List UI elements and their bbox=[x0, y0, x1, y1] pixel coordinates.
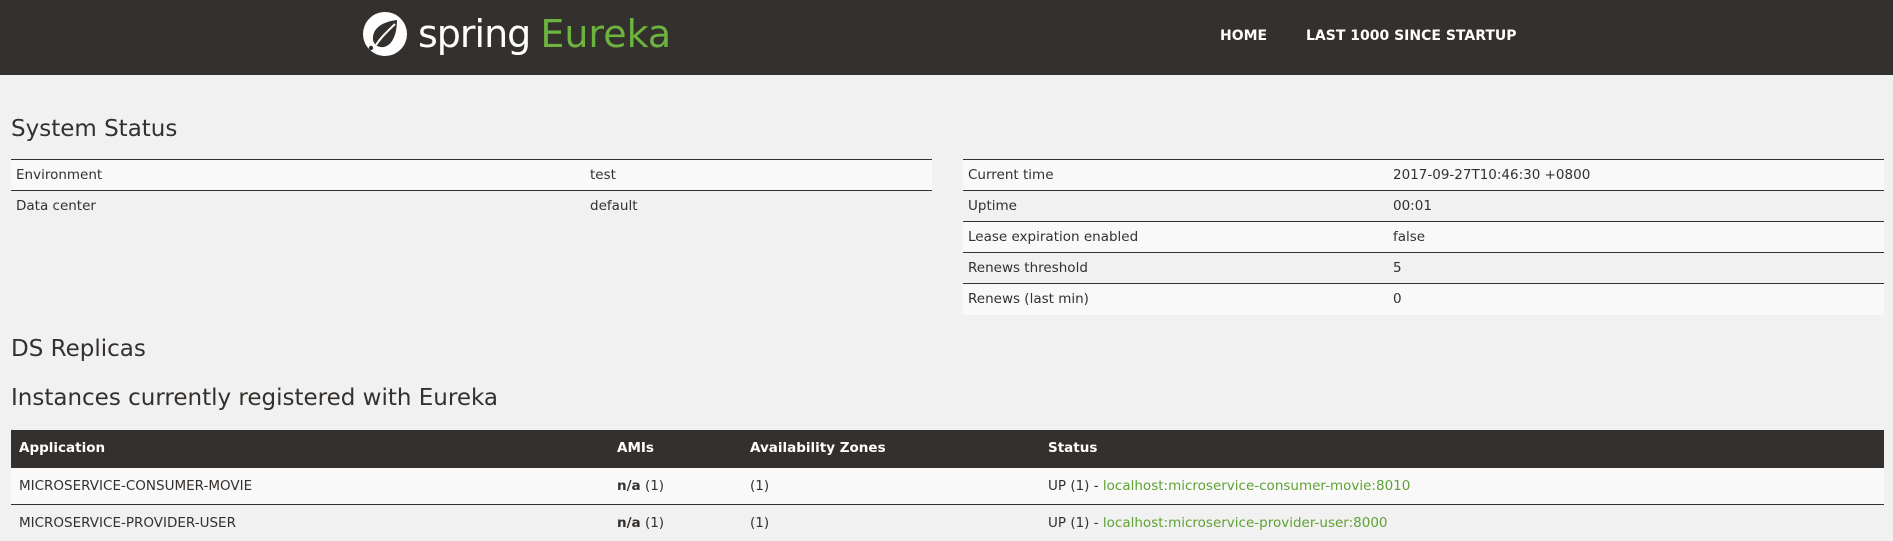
spring-leaf-icon bbox=[363, 12, 407, 56]
table-row: Environment test bbox=[11, 159, 932, 191]
header-application: Application bbox=[11, 430, 609, 467]
system-status-right-table: Current time 2017-09-27T10:46:30 +0800 U… bbox=[963, 159, 1884, 315]
instance-link[interactable]: localhost:microservice-provider-user:800… bbox=[1103, 515, 1388, 531]
status-cell: UP (1) - localhost:microservice-provider… bbox=[1040, 503, 1884, 541]
brand-spring-text: spring bbox=[418, 12, 531, 56]
renews-threshold-value: 5 bbox=[1388, 252, 1884, 284]
nav-last-1000-link[interactable]: LAST 1000 SINCE STARTUP bbox=[1306, 28, 1517, 44]
amis-value: n/a bbox=[617, 477, 641, 494]
uptime-label: Uptime bbox=[963, 190, 1388, 222]
header-amis: AMIs bbox=[609, 430, 742, 467]
application-name: MICROSERVICE-PROVIDER-USER bbox=[11, 503, 609, 541]
instances-table: Application AMIs Availability Zones Stat… bbox=[11, 430, 1884, 541]
header-status: Status bbox=[1040, 430, 1884, 467]
header-availability-zones: Availability Zones bbox=[742, 430, 1040, 467]
amis-count: (1) bbox=[644, 477, 665, 494]
status-up: UP bbox=[1048, 477, 1067, 494]
table-row: Uptime 00:01 bbox=[963, 190, 1884, 222]
status-count: (1) - bbox=[1070, 477, 1099, 494]
renews-threshold-label: Renews threshold bbox=[963, 252, 1388, 284]
renews-last-min-label: Renews (last min) bbox=[963, 283, 1388, 315]
current-time-value: 2017-09-27T10:46:30 +0800 bbox=[1388, 159, 1884, 191]
table-header-row: Application AMIs Availability Zones Stat… bbox=[11, 430, 1884, 467]
lease-expiration-value: false bbox=[1388, 221, 1884, 253]
table-row: Renews (last min) 0 bbox=[963, 283, 1884, 315]
status-cell: UP (1) - localhost:microservice-consumer… bbox=[1040, 466, 1884, 504]
availability-zones-value: (1) bbox=[742, 466, 1040, 504]
current-time-label: Current time bbox=[963, 159, 1388, 191]
status-count: (1) - bbox=[1070, 514, 1099, 531]
instance-link[interactable]: localhost:microservice-consumer-movie:80… bbox=[1103, 478, 1410, 494]
instances-heading: Instances currently registered with Eure… bbox=[11, 385, 498, 411]
amis-value: n/a bbox=[617, 514, 641, 531]
table-row: Renews threshold 5 bbox=[963, 252, 1884, 284]
table-row: MICROSERVICE-PROVIDER-USER n/a (1) (1) U… bbox=[11, 503, 1884, 541]
table-row: MICROSERVICE-CONSUMER-MOVIE n/a (1) (1) … bbox=[11, 466, 1884, 504]
application-name: MICROSERVICE-CONSUMER-MOVIE bbox=[11, 466, 609, 504]
data-center-label: Data center bbox=[11, 190, 585, 222]
nav-home-link[interactable]: HOME bbox=[1220, 28, 1267, 44]
system-status-left-table: Environment test Data center default bbox=[11, 159, 932, 222]
table-row: Data center default bbox=[11, 190, 932, 222]
renews-last-min-value: 0 bbox=[1388, 283, 1884, 315]
navbar: spring Eureka HOME LAST 1000 SINCE START… bbox=[0, 0, 1893, 75]
table-row: Current time 2017-09-27T10:46:30 +0800 bbox=[963, 159, 1884, 191]
brand-logo-link[interactable]: spring Eureka bbox=[362, 10, 671, 58]
availability-zones-value: (1) bbox=[742, 503, 1040, 541]
status-up: UP bbox=[1048, 514, 1067, 531]
amis-cell: n/a (1) bbox=[609, 466, 742, 504]
system-status-heading: System Status bbox=[11, 116, 178, 142]
uptime-value: 00:01 bbox=[1388, 190, 1884, 222]
ds-replicas-heading: DS Replicas bbox=[11, 336, 146, 362]
amis-cell: n/a (1) bbox=[609, 503, 742, 541]
brand-eureka-text: Eureka bbox=[540, 12, 672, 56]
amis-count: (1) bbox=[644, 514, 665, 531]
data-center-value: default bbox=[585, 190, 932, 222]
lease-expiration-label: Lease expiration enabled bbox=[963, 221, 1388, 253]
environment-label: Environment bbox=[11, 159, 585, 191]
environment-value: test bbox=[585, 159, 932, 191]
table-row: Lease expiration enabled false bbox=[963, 221, 1884, 253]
